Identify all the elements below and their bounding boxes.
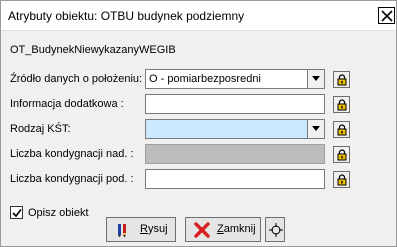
floors-above-lock-button[interactable]	[333, 146, 350, 163]
source-label: Źródło danych o położeniu:	[10, 73, 143, 85]
info-input[interactable]	[145, 94, 325, 114]
close-icon	[381, 10, 393, 22]
source-combo-value: O - pomiarbezposredni	[149, 73, 261, 85]
floors-below-input[interactable]	[145, 169, 325, 189]
source-lock-button[interactable]	[333, 71, 350, 88]
lock-icon	[337, 149, 347, 161]
red-x-icon	[194, 222, 210, 238]
checkmark-icon	[12, 209, 22, 218]
source-combo[interactable]: O - pomiarbezposredni	[145, 69, 325, 89]
info-label: Informacja dodatkowa :	[10, 98, 124, 110]
draw-button-label: Rysuj	[140, 223, 168, 235]
describe-object-checkbox[interactable]	[10, 206, 23, 219]
close-window-button[interactable]	[378, 7, 395, 24]
draw-button[interactable]: Rysuj	[106, 217, 176, 242]
window-title: Atrybuty obiektu: OTBU budynek podziemny	[8, 9, 245, 23]
crosshair-icon	[269, 223, 283, 237]
source-dropdown-button[interactable]	[307, 70, 324, 88]
kst-lock-button[interactable]	[333, 121, 350, 138]
lock-icon	[337, 99, 347, 111]
lock-icon	[337, 124, 347, 136]
chevron-down-icon	[312, 76, 320, 81]
floors-above-label: Liczba kondygnacji nad. :	[10, 148, 134, 160]
locate-button[interactable]	[265, 217, 285, 242]
close-button-label: Zamknij	[217, 223, 256, 235]
kst-dropdown-button[interactable]	[307, 120, 324, 138]
lock-icon	[337, 74, 347, 86]
floors-below-lock-button[interactable]	[333, 171, 350, 188]
lock-icon	[337, 174, 347, 186]
describe-object-label[interactable]: Opisz obiekt	[28, 207, 89, 219]
close-button[interactable]: Zamknij	[185, 217, 261, 242]
info-lock-button[interactable]	[333, 96, 350, 113]
object-name: OT_BudynekNiewykazanyWEGIB	[10, 44, 176, 56]
pencil-icon	[118, 224, 126, 238]
dialog-window: Atrybuty obiektu: OTBU budynek podziemny…	[0, 0, 397, 247]
floors-below-label: Liczba kondygnacji pod. :	[10, 173, 134, 185]
kst-combo[interactable]	[145, 119, 325, 139]
title-bar: Atrybuty obiektu: OTBU budynek podziemny	[1, 1, 396, 31]
floors-above-input	[145, 144, 325, 164]
kst-label: Rodzaj KŚT:	[10, 123, 71, 135]
chevron-down-icon	[312, 126, 320, 131]
